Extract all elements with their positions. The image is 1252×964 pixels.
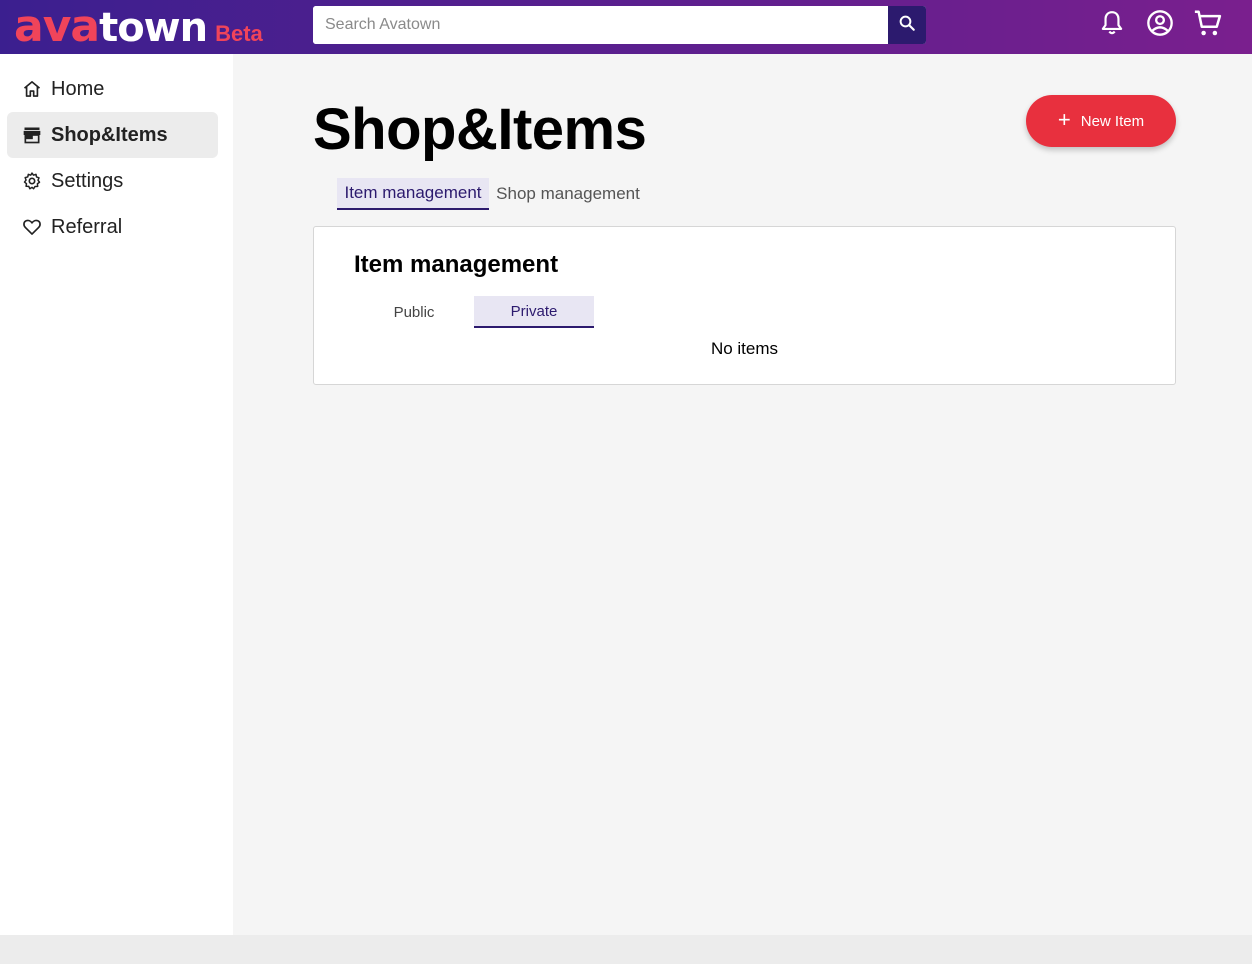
sidebar-item-referral[interactable]: Referral bbox=[7, 204, 218, 250]
search-input[interactable] bbox=[313, 6, 888, 44]
sidebar-item-label: Settings bbox=[51, 169, 124, 192]
new-item-label: New Item bbox=[1080, 112, 1145, 130]
search-button[interactable] bbox=[888, 6, 926, 44]
avatown-logo[interactable]: ava town Beta bbox=[14, 1, 263, 52]
item-management-card: Item management Public Private No items bbox=[313, 226, 1176, 385]
account-circle-icon bbox=[1146, 9, 1174, 42]
gear-icon bbox=[21, 170, 43, 192]
bell-icon bbox=[1099, 9, 1125, 42]
subtab-public[interactable]: Public bbox=[354, 296, 474, 328]
sidebar-item-home[interactable]: Home bbox=[7, 66, 218, 112]
store-icon bbox=[21, 124, 43, 146]
tab-item-management[interactable]: Item management bbox=[337, 178, 489, 210]
bottom-strip bbox=[0, 935, 1252, 964]
tab-shop-management[interactable]: Shop management bbox=[490, 178, 646, 210]
sidebar-item-label: Home bbox=[51, 77, 105, 100]
home-icon bbox=[21, 78, 43, 100]
new-item-button[interactable]: + New Item bbox=[1026, 95, 1176, 147]
notifications-button[interactable] bbox=[1096, 9, 1128, 41]
cart-button[interactable] bbox=[1192, 9, 1224, 41]
card-title: Item management bbox=[354, 251, 559, 278]
heart-icon bbox=[21, 216, 43, 238]
sidebar: Home Shop&Items Settings Referral bbox=[0, 54, 233, 935]
page-title: Shop&Items bbox=[313, 97, 647, 162]
sidebar-item-label: Referral bbox=[51, 215, 123, 238]
top-bar: ava town Beta bbox=[0, 0, 1252, 54]
empty-state-message: No items bbox=[710, 339, 779, 358]
sidebar-item-settings[interactable]: Settings bbox=[7, 158, 218, 204]
beta-badge: Beta bbox=[215, 21, 263, 46]
subtab-private[interactable]: Private bbox=[474, 296, 594, 328]
plus-icon: + bbox=[1057, 107, 1071, 132]
account-button[interactable] bbox=[1144, 9, 1176, 41]
sidebar-item-label: Shop&Items bbox=[51, 123, 168, 146]
sidebar-item-shop-items[interactable]: Shop&Items bbox=[7, 112, 218, 158]
logo-town-text: town bbox=[99, 5, 208, 51]
search-icon bbox=[898, 14, 916, 37]
search-bar bbox=[313, 6, 926, 44]
logo-ava-text: ava bbox=[14, 1, 100, 52]
cart-icon bbox=[1193, 8, 1223, 43]
